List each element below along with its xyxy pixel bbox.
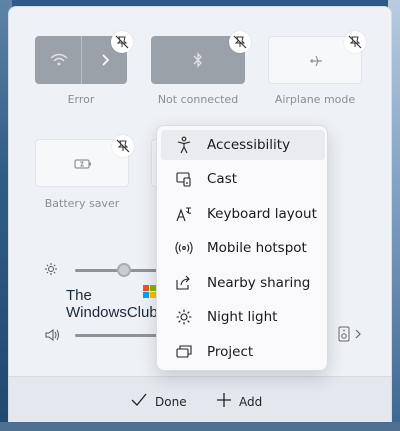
night-light-icon [169,302,199,332]
accessibility-icon [169,130,199,160]
speaker-device-icon[interactable] [337,326,351,342]
unpin-icon[interactable] [112,135,134,157]
unpin-icon[interactable] [111,31,133,53]
wifi-tile-label: Error [67,93,95,106]
add-label: Add [239,394,263,409]
chevron-right-icon[interactable] [93,48,117,72]
add-button[interactable]: Add [217,393,262,410]
unpin-icon[interactable] [344,31,366,53]
volume-icon[interactable] [43,327,61,343]
keyboard-layout-icon [169,199,199,229]
menu-item-accessibility[interactable]: Accessibility [161,130,325,160]
brightness-slider-thumb[interactable] [117,263,131,277]
bluetooth-icon [186,48,210,72]
wifi-icon [47,48,71,72]
plus-icon [217,393,231,410]
done-button[interactable]: Done [131,393,187,410]
chevron-right-icon[interactable] [353,328,363,340]
taskbar-edge [0,422,400,431]
menu-item-cast[interactable]: Cast [161,164,325,194]
mobile-hotspot-icon [169,233,199,263]
menu-item-nearby-sharing[interactable]: Nearby sharing [161,268,325,298]
project-icon [169,337,199,367]
unpin-icon[interactable] [229,31,251,53]
nearby-sharing-icon [169,268,199,298]
watermark-line-1: The [66,287,92,304]
add-quick-setting-menu: Accessibility Cast Keyboard layout Mobil… [156,125,328,371]
menu-item-keyboard-layout[interactable]: Keyboard layout [161,199,325,229]
menu-item-mobile-hotspot[interactable]: Mobile hotspot [161,233,325,263]
airplane-mode-tile-label: Airplane mode [274,93,356,106]
checkmark-icon [131,393,147,410]
menu-item-night-light[interactable]: Night light [161,302,325,332]
tile-divider [81,36,82,84]
done-label: Done [155,394,187,409]
watermark-line-2: WindowsClub [66,304,158,321]
battery-saver-tile-label: Battery saver [44,197,120,210]
brightness-icon [43,261,59,277]
menu-item-project[interactable]: Project [161,337,325,367]
cast-icon [169,164,199,194]
airplane-icon [304,49,328,73]
bluetooth-tile-label: Not connected [157,93,239,106]
volume-slider-track[interactable] [75,334,159,337]
battery-saver-icon [71,152,95,176]
